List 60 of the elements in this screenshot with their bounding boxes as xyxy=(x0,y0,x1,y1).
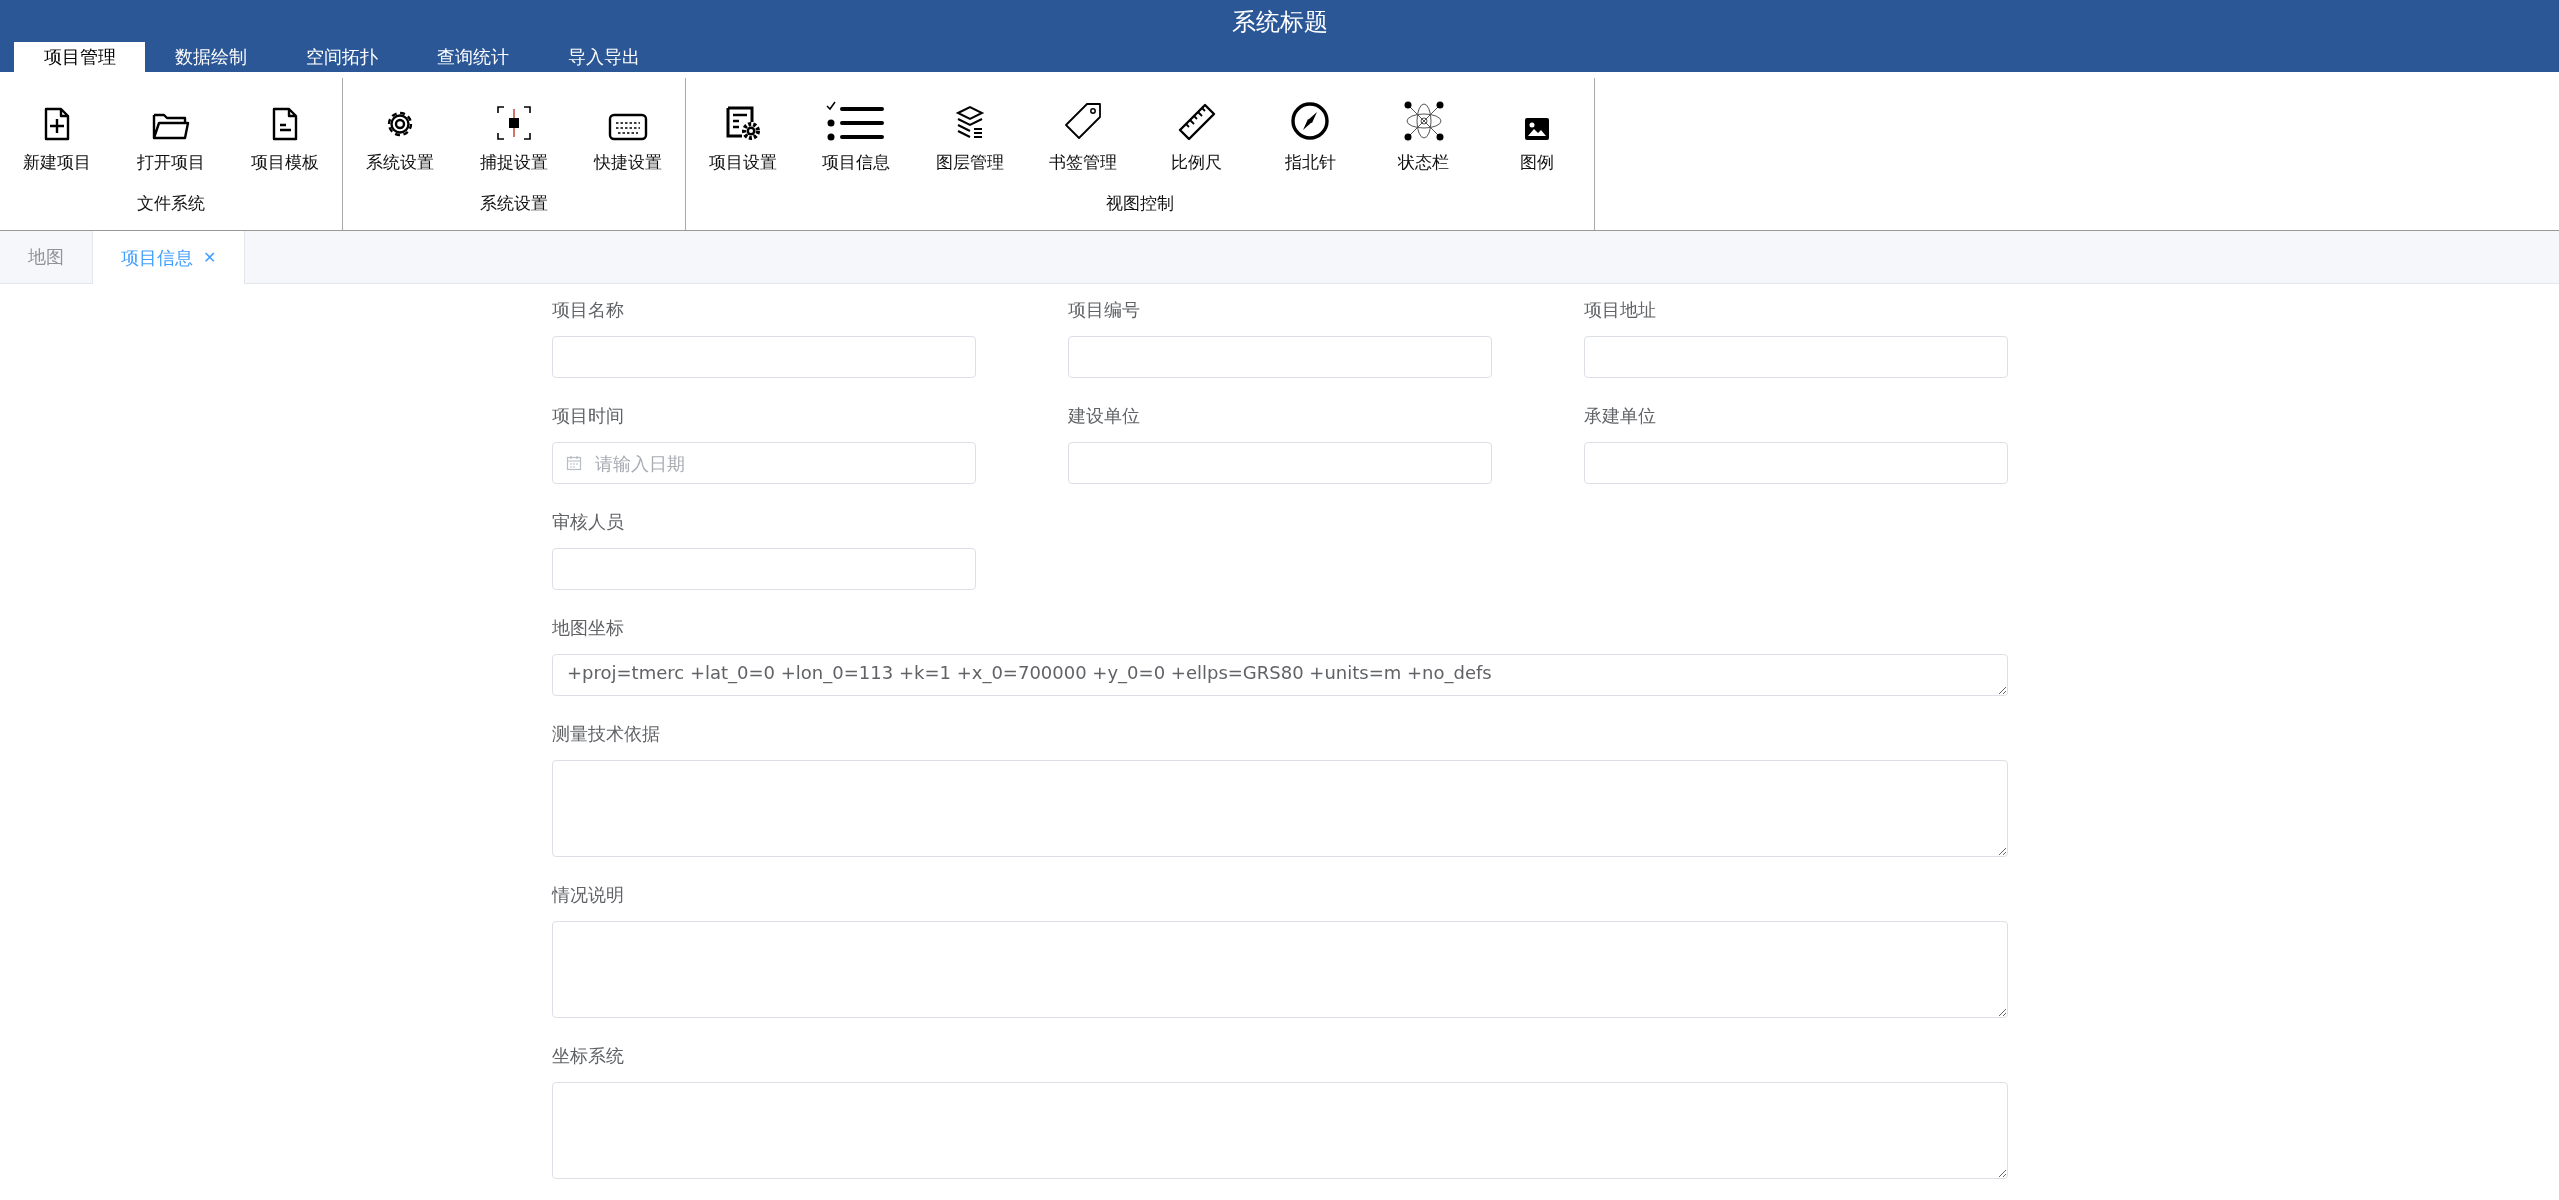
compass-icon xyxy=(1290,101,1331,141)
field-label: 项目时间 xyxy=(552,404,625,428)
ribbon-button[interactable]: 项目设置 xyxy=(686,78,800,188)
input-field[interactable] xyxy=(552,548,976,590)
text-area[interactable] xyxy=(552,760,2008,857)
input-field[interactable] xyxy=(1584,336,2008,378)
ribbon-group-label: 视图控制 xyxy=(1105,192,1175,215)
field-label: 项目名称 xyxy=(552,298,625,322)
ribbon-button[interactable]: 图例 xyxy=(1480,78,1594,188)
field-label: 审核人员 xyxy=(552,510,625,534)
ribbon-button[interactable]: 书签管理 xyxy=(1026,78,1140,188)
input-field[interactable] xyxy=(1584,442,2008,484)
ribbon-button[interactable]: 状态栏 xyxy=(1367,78,1481,188)
folder-icon xyxy=(152,111,190,141)
ribbon-button[interactable]: 项目信息 xyxy=(799,78,913,188)
ribbon-button[interactable]: 新建项目 xyxy=(0,78,114,188)
ribbon-button[interactable]: 比例尺 xyxy=(1140,78,1254,188)
field-label: 地图坐标 xyxy=(552,616,625,640)
checklist-icon xyxy=(826,101,887,141)
calendar-icon xyxy=(566,455,582,471)
ribbon-button[interactable]: 项目模板 xyxy=(228,78,342,188)
ribbon-group-label: 文件系统 xyxy=(136,192,206,215)
text-area[interactable] xyxy=(552,1082,2008,1179)
field-label: 项目地址 xyxy=(1584,298,1657,322)
document-icon xyxy=(272,107,298,141)
tab-label: 项目信息 xyxy=(121,245,193,270)
input-field[interactable] xyxy=(1068,442,1492,484)
menu-tab[interactable]: 数据绘制 xyxy=(145,42,276,72)
text-area[interactable] xyxy=(552,921,2008,1018)
menu-tab[interactable]: 导入导出 xyxy=(538,42,669,72)
ribbon-group-label: 系统设置 xyxy=(479,192,549,215)
field-label: 承建单位 xyxy=(1584,404,1657,428)
ribbon-button[interactable]: 系统设置 xyxy=(343,78,457,188)
menu-tab[interactable]: 空间拓扑 xyxy=(276,42,407,72)
ribbon-button[interactable]: 指北针 xyxy=(1253,78,1367,188)
menu-tab[interactable]: 查询统计 xyxy=(407,42,538,72)
crosshair-icon xyxy=(496,105,532,141)
form-gear-icon xyxy=(724,105,761,141)
field-label: 建设单位 xyxy=(1068,404,1141,428)
ribbon-button[interactable]: 快捷设置 xyxy=(571,78,685,188)
ruler-icon xyxy=(1177,103,1216,141)
ribbon-button[interactable]: 打开项目 xyxy=(114,78,228,188)
menu-tab[interactable]: 项目管理 xyxy=(14,42,145,72)
input-field[interactable] xyxy=(1068,336,1492,378)
input-field[interactable] xyxy=(552,336,976,378)
keyboard-icon xyxy=(608,113,648,141)
new-file-icon xyxy=(44,107,70,141)
field-label: 项目编号 xyxy=(1068,298,1141,322)
tag-icon xyxy=(1063,101,1104,141)
field-label: 测量技术依据 xyxy=(552,722,661,746)
atom-icon xyxy=(1402,101,1445,141)
window-title: 系统标题 xyxy=(1230,7,1329,38)
date-field[interactable]: 请输入日期 xyxy=(552,442,976,484)
picture-icon xyxy=(1524,117,1551,141)
ribbon-button[interactable]: 图层管理 xyxy=(913,78,1027,188)
field-label: 情况说明 xyxy=(552,883,625,907)
text-area[interactable]: +proj=tmerc +lat_0=0 +lon_0=113 +k=1 +x_0=700000 +y_0=0 +ellps=GRS80 +units=m +no_defs xyxy=(552,654,2008,696)
ribbon-button[interactable]: 捕捉设置 xyxy=(457,78,571,188)
field-label: 坐标系统 xyxy=(552,1044,625,1068)
tab-label: 地图 xyxy=(28,245,64,269)
